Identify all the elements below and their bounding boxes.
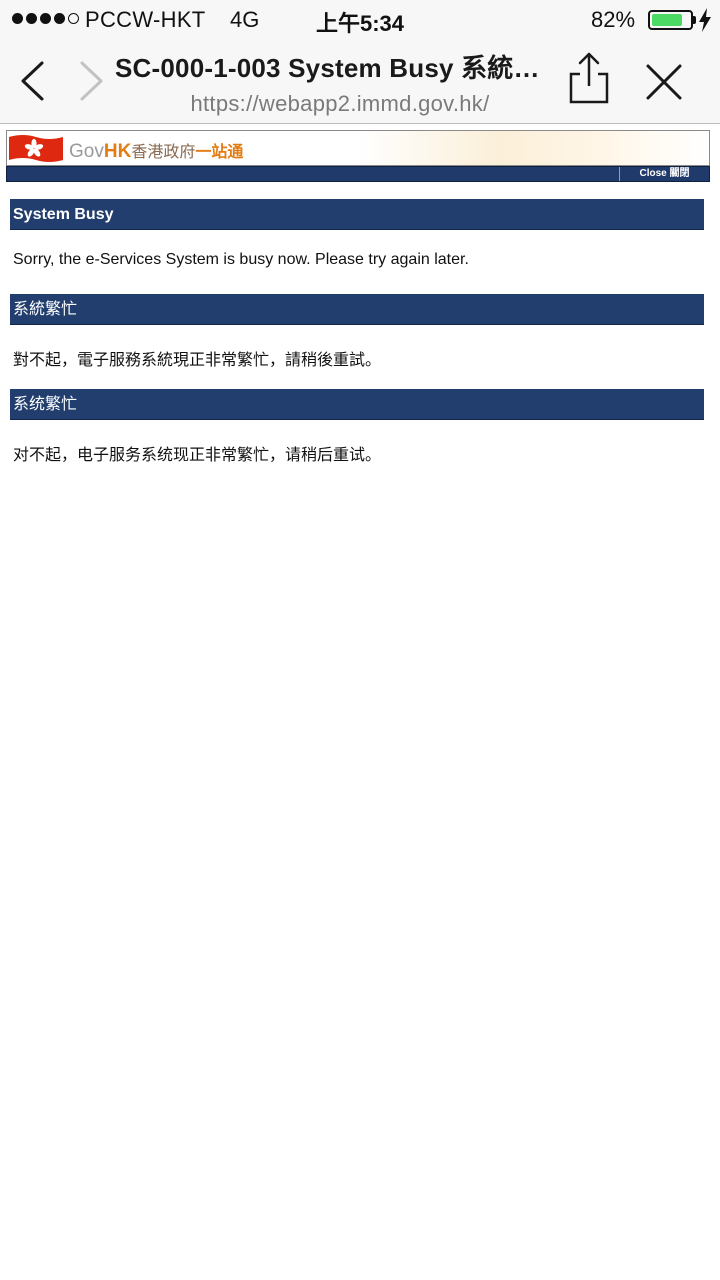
brand-gov: Gov <box>69 141 104 162</box>
close-icon[interactable] <box>644 62 684 102</box>
hk-flag-logo[interactable] <box>9 134 63 163</box>
page-url: https://webapp2.immd.gov.hk/ <box>190 91 490 116</box>
share-icon[interactable] <box>566 50 612 106</box>
brand-hk: HK <box>103 141 132 162</box>
page-title-area[interactable]: SC-000-1-003 System Busy 系統繁忙 https://we… <box>115 48 565 117</box>
browser-chrome: PCCW-HKT 4G 上午5:34 82% SC-000-1-003 Syst… <box>0 0 720 124</box>
status-bar: PCCW-HKT 4G 上午5:34 82% <box>0 0 720 40</box>
section-heading-traditional-chinese: 系統繁忙 <box>10 294 704 325</box>
battery-tip <box>693 16 696 24</box>
battery-fill <box>652 14 683 26</box>
battery-percent: 82% <box>591 7 636 32</box>
back-icon[interactable] <box>18 60 48 102</box>
govhk-logo-text[interactable]: GovHK香港政府一站通 <box>69 138 243 163</box>
message-english: Sorry, the e-Services System is busy now… <box>13 251 469 268</box>
forward-icon[interactable] <box>76 60 106 102</box>
message-simplified-chinese: 对不起，电子服务系统现正非常繁忙，请稍后重试。 <box>13 447 382 464</box>
message-traditional-chinese: 對不起，電子服務系統現正非常繁忙，請稍後重試。 <box>13 352 382 369</box>
brand-chinese-onestop: 一站通 <box>195 144 244 161</box>
close-window-link[interactable]: Close 關閉 <box>619 167 709 181</box>
browser-nav-bar: SC-000-1-003 System Busy 系統繁忙 https://we… <box>0 40 720 124</box>
govhk-banner: GovHK香港政府一站通 <box>6 130 710 166</box>
page-title: SC-000-1-003 System Busy 系統繁忙 <box>115 53 565 83</box>
charging-bolt-icon <box>699 8 711 32</box>
battery-icon <box>648 10 693 30</box>
section-heading-simplified-chinese: 系统繁忙 <box>10 389 704 420</box>
section-heading-english: System Busy <box>10 199 704 230</box>
brand-chinese-portal: 香港政府 <box>131 144 196 161</box>
govhk-nav-bar: Close 關閉 <box>6 166 710 182</box>
